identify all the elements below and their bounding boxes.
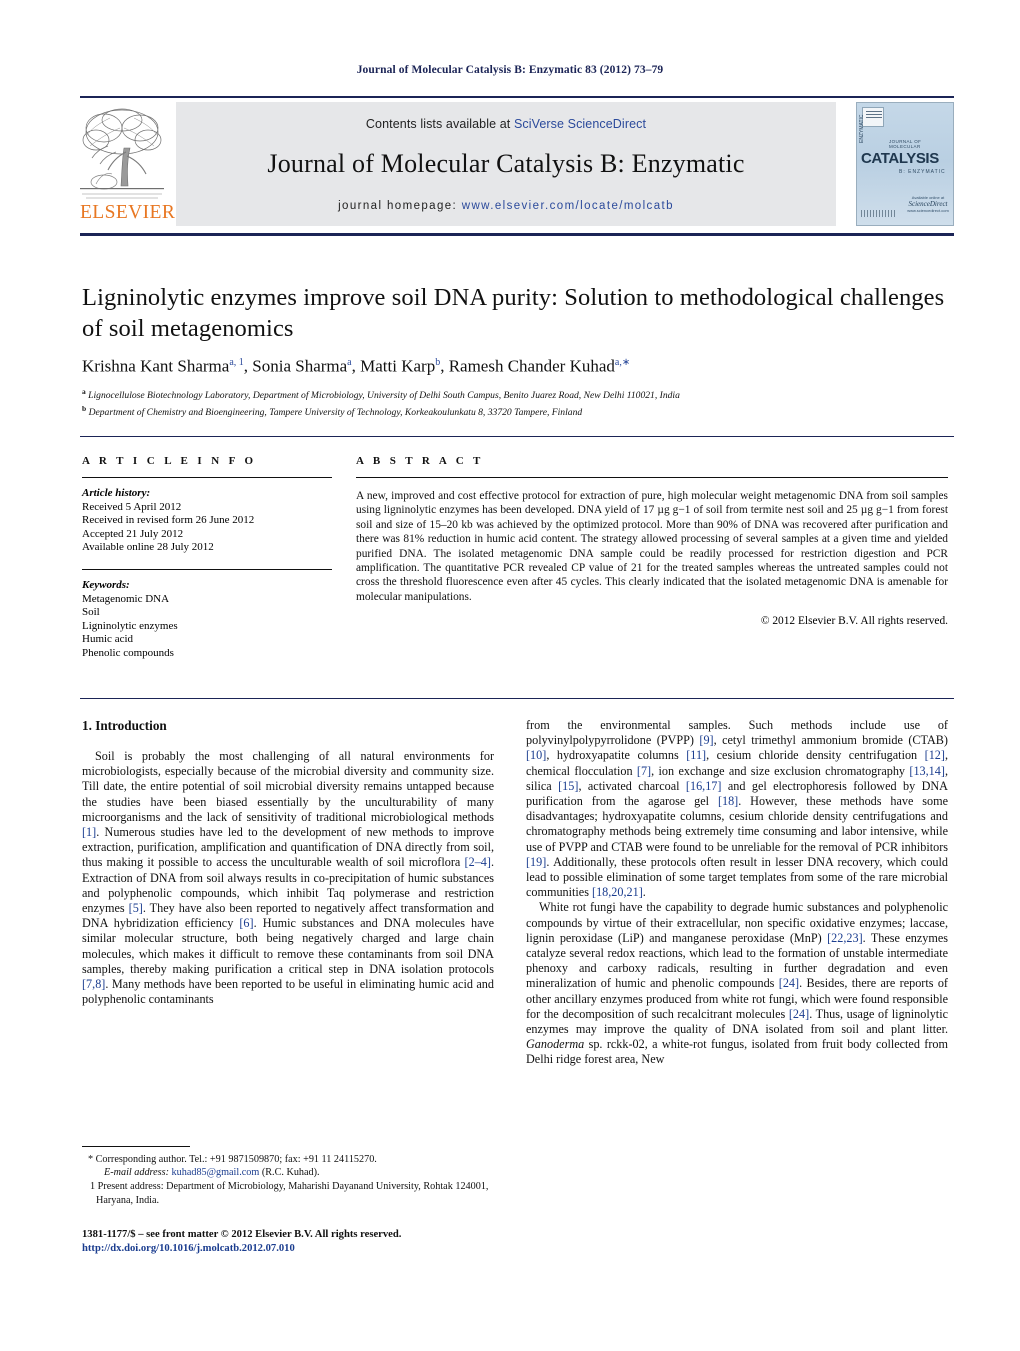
citation-ref[interactable]: [9] xyxy=(699,733,713,747)
info-band-top-rule xyxy=(80,436,954,437)
masthead-panel: Contents lists available at SciVerse Sci… xyxy=(176,102,836,226)
citation-ref[interactable]: [16,17] xyxy=(686,779,722,793)
author-list: Krishna Kant Sharmaa, 1, Sonia Sharmaa, … xyxy=(82,356,631,376)
citation-ref[interactable]: [15] xyxy=(558,779,578,793)
body-column-left: 1. Introduction Soil is probably the mos… xyxy=(82,718,494,1007)
cover-line2: CATALYSIS xyxy=(861,150,939,167)
intro-paragraph-left: Soil is probably the most challenging of… xyxy=(82,749,495,1007)
body-column-right: from the environmental samples. Such met… xyxy=(526,718,948,1068)
journal-homepage-line: journal homepage: www.elsevier.com/locat… xyxy=(176,200,836,212)
page-footer: 1381-1177/$ – see front matter © 2012 El… xyxy=(82,1228,542,1256)
citation-ref[interactable]: [24] xyxy=(789,1007,809,1021)
citation-ref[interactable]: [7] xyxy=(637,764,651,778)
elsevier-tree-icon xyxy=(80,102,164,202)
contents-prefix: Contents lists available at xyxy=(365,117,514,131)
abstract-copyright: © 2012 Elsevier B.V. All rights reserved… xyxy=(760,615,948,628)
citation-ref[interactable]: [24] xyxy=(779,976,799,990)
citation-ref[interactable]: [22,23] xyxy=(827,931,863,945)
keyword-item: Metagenomic DNA xyxy=(82,592,170,605)
history-item: Received in revised form 26 June 2012 xyxy=(82,514,255,527)
history-item: Available online 28 July 2012 xyxy=(82,541,214,554)
cover-foot-sciencedirect: ScienceDirect xyxy=(908,200,948,208)
cover-barcode-icon xyxy=(861,210,897,217)
citation-ref[interactable]: [18] xyxy=(718,794,738,808)
citation-ref[interactable]: [13,14] xyxy=(909,764,945,778)
article-page: Journal of Molecular Catalysis B: Enzyma… xyxy=(0,0,1020,1351)
journal-homepage-link[interactable]: www.elsevier.com/locate/molcatb xyxy=(462,200,674,212)
contents-available-line: Contents lists available at SciVerse Sci… xyxy=(176,102,836,131)
masthead: ELSEVIER Contents lists available at Sci… xyxy=(80,96,954,232)
sciencedirect-link[interactable]: SciVerse ScienceDirect xyxy=(514,117,646,131)
intro-paragraph-right-1: from the environmental samples. Such met… xyxy=(526,718,948,900)
history-item: Accepted 21 July 2012 xyxy=(82,527,184,540)
article-info-divider xyxy=(82,477,332,478)
citation-ref[interactable]: [12] xyxy=(925,748,945,762)
masthead-bottom-rule xyxy=(80,233,954,236)
keywords-divider xyxy=(82,568,332,570)
cover-elsevier-mark-icon xyxy=(862,107,884,127)
footnote-corresponding: * Corresponding author. Tel.: +91 987150… xyxy=(88,1154,377,1165)
footer-issn-line: 1381-1177/$ – see front matter © 2012 El… xyxy=(82,1229,402,1240)
keyword-item: Soil xyxy=(82,606,100,619)
citation-ref[interactable]: [19] xyxy=(526,855,546,869)
footnote-email: E-mail address: kuhad85@gmail.com (R.C. … xyxy=(82,1166,494,1179)
affiliation-a-text: Lignocellulose Biotechnology Laboratory,… xyxy=(88,390,680,402)
abstract-divider xyxy=(356,477,948,478)
cover-line3: B: ENZYMATIC xyxy=(899,169,946,175)
email-label: E-mail address: xyxy=(104,1167,169,1179)
cover-line1: JOURNAL OF MOLECULAR xyxy=(889,139,922,149)
citation-ref[interactable]: [7,8] xyxy=(82,977,105,991)
citation-ref[interactable]: [11] xyxy=(686,748,706,762)
article-history-label: Article history: xyxy=(82,487,151,499)
affiliation-b: b Department of Chemistry and Bioenginee… xyxy=(82,403,583,418)
citation-ref[interactable]: [18,20,21] xyxy=(592,885,643,899)
homepage-prefix: journal homepage: xyxy=(338,200,462,212)
citation-ref[interactable]: [6] xyxy=(239,916,253,930)
abstract-column: A B S T R A C T A new, improved and cost… xyxy=(356,455,948,627)
email-link[interactable]: kuhad85@gmail.com xyxy=(172,1167,260,1178)
abstract-body: A new, improved and cost effective proto… xyxy=(356,490,948,603)
elsevier-logo: ELSEVIER xyxy=(80,102,176,226)
affiliations: a Lignocellulose Biotechnology Laborator… xyxy=(82,386,948,420)
keywords-block: Keywords: Metagenomic DNA Soil Ligninoly… xyxy=(82,579,332,661)
citation-ref[interactable]: [2–4] xyxy=(465,855,491,869)
info-band-bottom-rule xyxy=(80,698,954,699)
keyword-item: Humic acid xyxy=(82,633,134,646)
cover-foot-url: www.sciencedirect.com xyxy=(907,208,949,213)
running-head: Journal of Molecular Catalysis B: Enzyma… xyxy=(356,64,664,76)
affiliation-b-text: Department of Chemistry and Bioengineeri… xyxy=(88,406,583,418)
section-heading-introduction: 1. Introduction xyxy=(82,718,167,733)
keywords-label: Keywords: xyxy=(82,578,130,591)
article-info-column: A R T I C L E I N F O Article history: R… xyxy=(82,455,332,661)
email-suffix: (R.C. Kuhad). xyxy=(261,1167,320,1179)
journal-title: Journal of Molecular Catalysis B: Enzyma… xyxy=(267,149,745,178)
keyword-item: Phenolic compounds xyxy=(82,646,174,659)
citation-ref[interactable]: [1] xyxy=(82,825,96,839)
footnote-rule xyxy=(82,1146,190,1147)
footnotes: * Corresponding author. Tel.: +91 987150… xyxy=(82,1153,494,1207)
cover-title-block: JOURNAL OF MOLECULAR CATALYSIS B: ENZYMA… xyxy=(861,139,951,175)
footnote-present-address: 1 Present address: Department of Microbi… xyxy=(90,1181,489,1206)
article-history: Article history: Received 5 April 2012 R… xyxy=(82,487,332,555)
intro-paragraph-right-2: White rot fungi have the capability to d… xyxy=(526,900,948,1067)
elsevier-wordmark: ELSEVIER xyxy=(80,202,176,223)
citation-ref[interactable]: [5] xyxy=(129,901,143,915)
page-title: Ligninolytic enzymes improve soil DNA pu… xyxy=(82,284,945,342)
abstract-heading: A B S T R A C T xyxy=(356,455,484,467)
citation-ref[interactable]: [10] xyxy=(526,748,546,762)
keyword-item: Ligninolytic enzymes xyxy=(82,619,178,632)
footer-doi-link[interactable]: http://dx.doi.org/10.1016/j.molcatb.2012… xyxy=(82,1242,542,1256)
history-item: Received 5 April 2012 xyxy=(82,500,182,513)
journal-cover-thumbnail: ENZYMATIC JOURNAL OF MOLECULAR CATALYSIS… xyxy=(856,102,954,226)
cover-footer: Available online at ScienceDirect www.sc… xyxy=(905,195,951,213)
article-info-heading: A R T I C L E I N F O xyxy=(82,455,257,467)
affiliation-a: a Lignocellulose Biotechnology Laborator… xyxy=(82,387,680,402)
